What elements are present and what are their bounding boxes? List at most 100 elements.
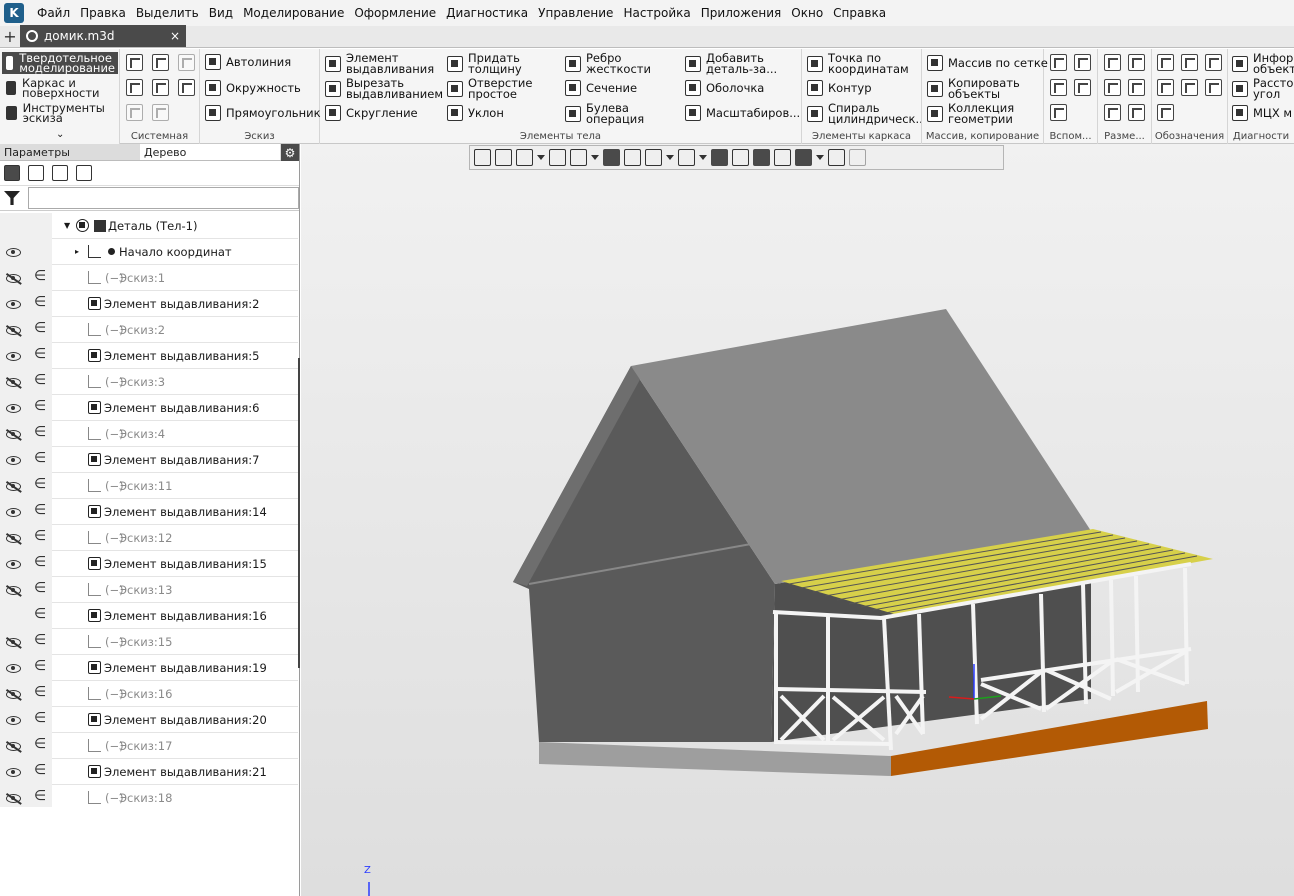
save-icon[interactable]	[178, 54, 195, 71]
base-icon[interactable]	[1157, 104, 1174, 121]
hidden-eye-icon[interactable]	[6, 273, 21, 283]
new-tab-button[interactable]: +	[0, 25, 20, 47]
tree-origin-row[interactable]: ▸ Начало координат	[0, 239, 298, 265]
eye-icon[interactable]	[6, 559, 21, 569]
include-icon[interactable]: ∈	[34, 684, 46, 700]
plane-icon[interactable]	[1050, 54, 1067, 71]
tree-row[interactable]: ∈ Элемент выдавливания:19	[0, 655, 298, 681]
tree-row[interactable]: ∈ (−) Эскиз:16	[0, 681, 298, 707]
draft-button[interactable]: Уклон	[447, 105, 504, 121]
tree-row[interactable]: ∈ (−) Эскиз:15	[0, 629, 298, 655]
include-icon[interactable]: ∈	[34, 762, 46, 778]
tolerance-icon[interactable]	[1157, 79, 1174, 96]
tab-parameters[interactable]: Параметры	[0, 144, 140, 160]
preview-icon[interactable]	[152, 79, 169, 96]
include-icon[interactable]: ∈	[34, 788, 46, 804]
menu-item[interactable]: Выделить	[131, 0, 204, 26]
include-icon[interactable]: ∈	[34, 320, 46, 336]
eye-icon[interactable]	[6, 507, 21, 517]
include-icon[interactable]: ∈	[34, 450, 46, 466]
close-tab-icon[interactable]: ×	[170, 29, 180, 43]
gear-icon[interactable]: ⚙	[281, 144, 299, 161]
hidden-eye-icon[interactable]	[6, 377, 21, 387]
tree-row[interactable]: ∈ Элемент выдавливания:2	[0, 291, 298, 317]
tree-root-row[interactable]: ▼ Деталь (Тел-1)	[0, 213, 298, 239]
menu-item[interactable]: Правка	[75, 0, 131, 26]
app-logo[interactable]: K	[4, 3, 24, 23]
eye-icon[interactable]	[6, 767, 21, 777]
undo-icon[interactable]	[126, 104, 143, 121]
angle-dim-icon[interactable]	[1104, 79, 1121, 96]
tree-row[interactable]: ∈ (−) Эскиз:1	[0, 265, 298, 291]
tree-search-input[interactable]	[28, 187, 299, 209]
hidden-eye-icon[interactable]	[6, 741, 21, 751]
tree-row[interactable]: ∈ Элемент выдавливания:15	[0, 551, 298, 577]
include-icon[interactable]: ∈	[34, 632, 46, 648]
csys-icon[interactable]	[1074, 79, 1091, 96]
menu-item[interactable]: Оформление	[349, 0, 441, 26]
circle-button[interactable]: Окружность	[205, 80, 301, 96]
eye-icon[interactable]	[6, 247, 21, 257]
shell-button[interactable]: Оболочка	[685, 80, 764, 96]
mode-wireframe-surfaces[interactable]: Каркас и поверхности	[2, 77, 118, 99]
include-icon[interactable]: ∈	[34, 268, 46, 284]
3d-viewport[interactable]: Z	[301, 144, 1294, 896]
rib-button[interactable]: Ребро жесткости	[565, 52, 651, 75]
axis-icon[interactable]	[1074, 54, 1091, 71]
hidden-eye-icon[interactable]	[6, 793, 21, 803]
tree-row[interactable]: ∈ (−) Эскиз:11	[0, 473, 298, 499]
copy-objects-button[interactable]: Копировать объекты	[927, 77, 1039, 100]
tree-row[interactable]: ∈ Элемент выдавливания:7	[0, 447, 298, 473]
menu-item[interactable]: Справка	[828, 0, 891, 26]
thicken-button[interactable]: Придать толщину	[447, 52, 527, 75]
diameter-dim-icon[interactable]	[1128, 79, 1145, 96]
expand-icon[interactable]: ▸	[75, 247, 79, 256]
section-button[interactable]: Сечение	[565, 80, 637, 96]
tab-tree[interactable]: Дерево	[140, 144, 280, 160]
tree-row[interactable]: ∈ Элемент выдавливания:20	[0, 707, 298, 733]
include-icon[interactable]: ∈	[34, 346, 46, 362]
roughness-icon[interactable]	[1181, 54, 1198, 71]
mass-properties-button[interactable]: МЦХ м	[1232, 105, 1292, 121]
tree-row[interactable]: ∈ (−) Эскиз:4	[0, 421, 298, 447]
properties-icon[interactable]	[178, 79, 195, 96]
tree-row[interactable]: ∈ Элемент выдавливания:14	[0, 499, 298, 525]
tree-scrollbar[interactable]	[298, 358, 300, 668]
open-document-icon[interactable]	[152, 54, 169, 71]
hidden-eye-icon[interactable]	[6, 481, 21, 491]
rectangle-button[interactable]: Прямоугольник	[205, 105, 321, 121]
linear-dim-icon[interactable]	[1104, 54, 1121, 71]
tree-row[interactable]: ∈ (−) Эскиз:12	[0, 525, 298, 551]
boolean-button[interactable]: Булева операция	[565, 102, 650, 125]
fillet-button[interactable]: Скругление	[325, 105, 418, 121]
hidden-eye-icon[interactable]	[6, 429, 21, 439]
tree-row[interactable]: ∈ Элемент выдавливания:21	[0, 759, 298, 785]
radial-dim-icon[interactable]	[1128, 54, 1145, 71]
curve-icon[interactable]	[1050, 104, 1067, 121]
menu-item[interactable]: Приложения	[696, 0, 787, 26]
tree-structure-icon[interactable]	[4, 165, 20, 181]
helix-button[interactable]: Спираль цилиндрическ...	[807, 103, 921, 125]
mode-solid-modeling[interactable]: Твердотельное моделирование	[2, 52, 118, 74]
tree-row[interactable]: ∈ (−) Эскиз:17	[0, 733, 298, 759]
menu-item[interactable]: Диагностика	[441, 0, 533, 26]
include-icon[interactable]: ∈	[34, 736, 46, 752]
leader-icon[interactable]	[1157, 54, 1174, 71]
document-tab[interactable]: домик.m3d ×	[20, 25, 186, 47]
hidden-eye-icon[interactable]	[6, 585, 21, 595]
print-icon[interactable]	[126, 79, 143, 96]
cut-extrude-button[interactable]: Вырезать выдавливанием	[325, 77, 445, 100]
hole-button[interactable]: Отверстие простое	[447, 77, 537, 100]
mode-sketch-tools[interactable]: Инструменты эскиза	[2, 102, 118, 124]
distance-angle-button[interactable]: Рассто угол	[1232, 77, 1293, 100]
grid-array-button[interactable]: Массив по сетке	[927, 55, 1048, 71]
hidden-eye-icon[interactable]	[6, 637, 21, 647]
collapse-icon[interactable]: ▼	[64, 221, 70, 230]
scale-button[interactable]: Масштабиров...	[685, 105, 800, 121]
tree-row[interactable]: ∈ Элемент выдавливания:6	[0, 395, 298, 421]
menu-item[interactable]: Окно	[786, 0, 828, 26]
tree-select-icon[interactable]	[76, 165, 92, 181]
tree-row[interactable]: ∈ Элемент выдавливания:5	[0, 343, 298, 369]
object-info-button[interactable]: Инфор объект	[1232, 52, 1294, 75]
tree-bodies-icon[interactable]	[52, 165, 68, 181]
